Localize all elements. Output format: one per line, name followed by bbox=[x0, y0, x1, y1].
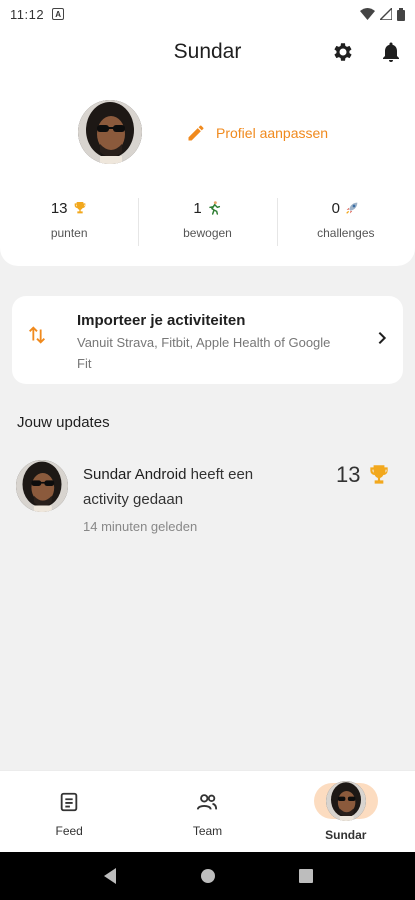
profile-photo bbox=[78, 100, 142, 164]
avatar bbox=[325, 781, 366, 821]
update-timestamp: 14 minuten geleden bbox=[83, 519, 198, 534]
trophy-icon bbox=[370, 465, 389, 484]
runner-icon bbox=[208, 201, 220, 215]
nav-item-team[interactable]: Team bbox=[138, 771, 276, 852]
import-title: Importeer je activiteiten bbox=[77, 312, 246, 329]
status-bar: 11:12 A bbox=[0, 0, 415, 28]
pencil-icon bbox=[188, 125, 204, 141]
status-icons bbox=[360, 7, 405, 21]
nav-label-feed: Feed bbox=[55, 824, 83, 838]
update-user: Sundar Android bbox=[83, 466, 187, 483]
profile-photo bbox=[16, 460, 68, 512]
import-activities-card[interactable]: Importeer je activiteiten Vanuit Strava,… bbox=[12, 296, 403, 384]
bell-icon[interactable] bbox=[379, 40, 403, 64]
document-icon bbox=[60, 792, 78, 812]
back-icon[interactable] bbox=[101, 867, 119, 885]
profile-card: Sundar Profiel aanpassen 13 punten 1 bew… bbox=[0, 28, 415, 266]
stat-points-label: punten bbox=[50, 226, 88, 240]
status-time: 11:12 bbox=[10, 6, 45, 22]
stat-challenges-label: challenges bbox=[317, 226, 375, 240]
system-navigation-bar bbox=[0, 852, 415, 900]
chevron-right-icon bbox=[378, 331, 387, 345]
update-points: 13 bbox=[336, 462, 392, 488]
update-text: Sundar Android heeft een activity gedaan bbox=[83, 462, 298, 512]
signal-icon bbox=[380, 8, 392, 20]
wifi-icon bbox=[360, 8, 375, 20]
nav-item-profile[interactable]: Sundar bbox=[277, 771, 415, 852]
section-title-updates: Jouw updates bbox=[17, 414, 110, 431]
update-points-value: 13 bbox=[336, 462, 361, 487]
import-subtitle: Vanuit Strava, Fitbit, Apple Health of G… bbox=[77, 335, 331, 371]
nav-item-feed[interactable]: Feed bbox=[0, 771, 138, 852]
bottom-navigation: Feed Team Sundar bbox=[0, 770, 415, 852]
edit-profile-label: Profiel aanpassen bbox=[216, 125, 329, 141]
stat-challenges-value: 0 bbox=[331, 199, 340, 217]
recents-icon[interactable] bbox=[298, 868, 314, 884]
stat-challenges: 0 challenges bbox=[276, 196, 415, 248]
people-icon bbox=[197, 794, 218, 810]
nav-label-team: Team bbox=[192, 824, 223, 838]
sync-arrows-icon bbox=[29, 326, 45, 344]
stat-moved-label: bewogen bbox=[183, 226, 232, 240]
rocket-icon bbox=[346, 202, 358, 214]
stat-moved-value: 1 bbox=[193, 199, 202, 217]
stat-points-value: 13 bbox=[50, 199, 68, 217]
nav-label-profile: Sundar bbox=[325, 828, 367, 842]
list-item[interactable]: Sundar Android heeft een activity gedaan… bbox=[0, 460, 415, 550]
battery-icon bbox=[397, 7, 405, 21]
profile-photo bbox=[325, 781, 366, 821]
stat-moved: 1 bewogen bbox=[138, 196, 276, 248]
gear-icon[interactable] bbox=[331, 40, 355, 64]
trophy-icon bbox=[74, 202, 85, 214]
edit-profile-link[interactable]: Profiel aanpassen bbox=[186, 123, 328, 143]
stat-points: 13 punten bbox=[0, 196, 138, 248]
home-icon[interactable] bbox=[200, 868, 216, 884]
avatar[interactable] bbox=[78, 100, 142, 164]
stats-row: 13 punten 1 bewogen 0 challenges bbox=[0, 196, 415, 248]
avatar bbox=[16, 460, 68, 512]
notification-badge: A bbox=[52, 8, 65, 20]
